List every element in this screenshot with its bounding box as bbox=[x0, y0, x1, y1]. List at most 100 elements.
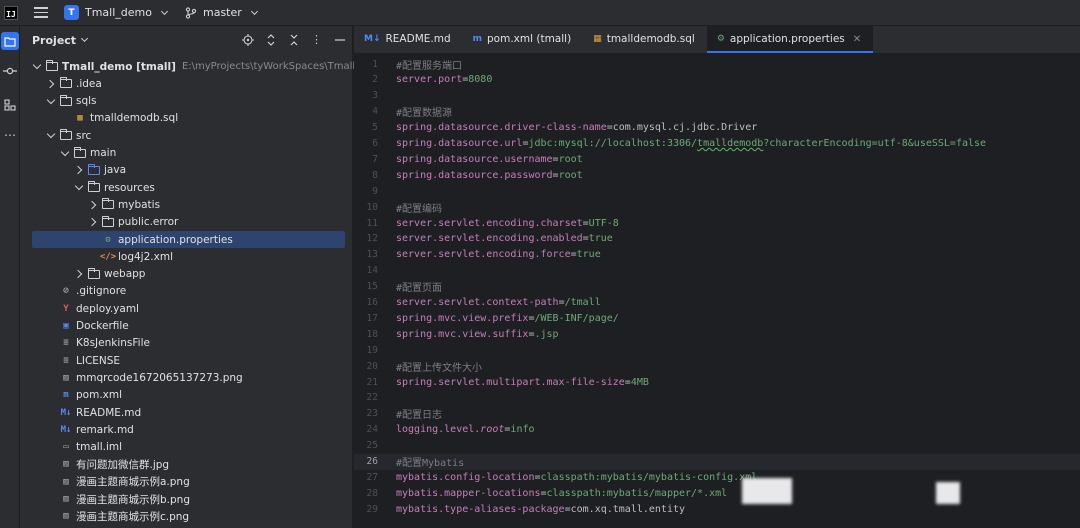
blurred-region bbox=[742, 478, 792, 504]
code-line: 3 bbox=[354, 88, 1080, 104]
line-text: #配置数据源 bbox=[396, 108, 453, 120]
tree-item[interactable]: webapp bbox=[32, 266, 345, 283]
tree-item[interactable]: java bbox=[32, 162, 345, 179]
line-text: #配置编码 bbox=[396, 203, 443, 215]
line-number: 25 bbox=[366, 440, 378, 452]
tree-item[interactable]: ▭ tmall.iml bbox=[32, 439, 345, 456]
code-line: 23 #配置日志 bbox=[354, 406, 1080, 422]
line-number: 9 bbox=[372, 185, 378, 197]
tree-item[interactable]: </> log4j2.xml bbox=[32, 248, 345, 265]
tree-item[interactable]: ▦ tmalldemodb.sql bbox=[32, 110, 345, 127]
line-number: 28 bbox=[366, 487, 378, 499]
editor-tab[interactable]: M↓ README.md bbox=[354, 25, 463, 53]
line-text: #配置日志 bbox=[396, 410, 443, 422]
tree-item-label: 有问题加微信群.jpg bbox=[76, 458, 170, 471]
chevron-right-icon[interactable] bbox=[74, 165, 84, 175]
expand-all-icon[interactable] bbox=[264, 33, 277, 46]
tree-item[interactable]: M↓ README.md bbox=[32, 404, 345, 421]
line-text: spring.mvc.view.suffix=.jsp bbox=[396, 328, 559, 340]
more-tools-icon[interactable]: ⋯ bbox=[1, 126, 19, 144]
editor-tab[interactable]: m pom.xml (tmall) bbox=[463, 25, 584, 53]
tree-item[interactable]: resources bbox=[32, 179, 345, 196]
tree-item-label: tmalldemodb.sql bbox=[90, 112, 179, 125]
code-editor[interactable]: 1 #配置服务端口 2 server.port=8080 3 4 #配置数据源 5 spring… bbox=[354, 56, 1080, 528]
branch-switcher[interactable]: master bbox=[185, 6, 258, 19]
tree-item[interactable]: ⚙ application.properties bbox=[32, 231, 345, 248]
collapse-all-icon[interactable] bbox=[287, 33, 300, 46]
line-text: server.port=8080 bbox=[396, 74, 493, 86]
tree-item[interactable]: main bbox=[32, 145, 345, 162]
tree-item[interactable]: Tmall_demo [tmall] E:\myProjects\tyWorkSp… bbox=[32, 58, 389, 75]
tree-item-label: log4j2.xml bbox=[118, 250, 173, 263]
code-line: 18 spring.mvc.view.suffix=.jsp bbox=[354, 326, 1080, 342]
tree-item[interactable]: m pom.xml bbox=[32, 387, 345, 404]
chevron-down-icon[interactable] bbox=[74, 183, 84, 193]
tree-item[interactable]: sqls bbox=[32, 93, 345, 110]
tree-item-label: tmall.iml bbox=[76, 441, 123, 454]
chevron-down-icon[interactable] bbox=[81, 34, 89, 43]
tree-item[interactable]: ≡ K8sJenkinsFile bbox=[32, 335, 345, 352]
folder-icon bbox=[45, 60, 59, 73]
tree-item[interactable]: ▨ 有问题加微信群.jpg bbox=[32, 456, 345, 473]
image-file-icon: ▨ bbox=[63, 476, 69, 487]
tree-item[interactable]: ▣ Dockerfile bbox=[32, 318, 345, 335]
tree-item[interactable]: public.error bbox=[32, 214, 345, 231]
tree-item[interactable]: Ydeploy.yaml bbox=[32, 300, 345, 317]
tab-label: pom.xml (tmall) bbox=[487, 33, 572, 45]
structure-tool-button[interactable] bbox=[1, 96, 19, 114]
editor-tab-bar: M↓ README.md m pom.xml (tmall) ▦ tmalldemodb.… bbox=[354, 25, 1080, 54]
intellij-logo-icon: IJ bbox=[4, 5, 18, 20]
git-branch-icon bbox=[185, 6, 197, 19]
tree-item[interactable]: ▨ 漫画主题商城示例b.png bbox=[32, 491, 345, 508]
yaml-file-icon: Y bbox=[63, 303, 69, 314]
chevron-right-icon[interactable] bbox=[74, 269, 84, 279]
tool-window-strip: ⋯ bbox=[0, 26, 20, 528]
tree-item[interactable]: mybatis bbox=[32, 196, 345, 213]
options-menu-icon[interactable]: ⋮ bbox=[310, 33, 323, 46]
tree-item[interactable]: src bbox=[32, 127, 345, 144]
close-icon[interactable]: ✕ bbox=[853, 34, 861, 45]
project-tool-button[interactable] bbox=[1, 32, 19, 50]
line-number: 20 bbox=[366, 360, 378, 372]
code-line: 25 bbox=[354, 438, 1080, 454]
tree-item[interactable]: M↓ remark.md bbox=[32, 421, 345, 438]
tree-item-label: src bbox=[76, 129, 92, 142]
tree-item[interactable]: ⊘ .gitignore bbox=[32, 283, 345, 300]
editor-tab[interactable]: ▦ tmalldemodb.sql bbox=[583, 25, 707, 53]
chevron-down-icon[interactable] bbox=[46, 131, 56, 141]
blurred-region bbox=[936, 482, 960, 504]
tree-item[interactable]: ▨ 漫画主题商城示例c.png bbox=[32, 508, 345, 525]
tree-item-label: public.error bbox=[118, 216, 179, 229]
code-line: 16 server.servlet.context-path=/tmall bbox=[354, 295, 1080, 311]
chevron-right-icon[interactable] bbox=[88, 217, 98, 227]
editor-tab[interactable]: ⚙ application.properties ✕ bbox=[706, 25, 874, 53]
maven-file-icon: m bbox=[63, 390, 69, 401]
line-number: 12 bbox=[366, 233, 378, 245]
chevron-right-icon[interactable] bbox=[88, 200, 98, 210]
chevron-down-icon[interactable] bbox=[46, 96, 56, 106]
folder-icon bbox=[87, 181, 101, 194]
line-number: 10 bbox=[366, 201, 378, 213]
code-line: 8 spring.datasource.password=root bbox=[354, 167, 1080, 183]
main-menu-icon[interactable] bbox=[34, 7, 48, 18]
tree-item[interactable]: ▨ 漫画主题商城示例a.png bbox=[32, 473, 345, 490]
chevron-right-icon[interactable] bbox=[46, 79, 56, 89]
hide-panel-icon[interactable] bbox=[333, 33, 346, 46]
tree-item-label: sqls bbox=[76, 95, 97, 108]
tree-item[interactable]: ≡ LICENSE bbox=[32, 352, 345, 369]
line-text: #配置上传文件大小 bbox=[396, 362, 483, 374]
chevron-down-icon bbox=[160, 7, 169, 15]
commit-tool-button[interactable] bbox=[1, 62, 19, 80]
tree-item[interactable]: .idea bbox=[32, 75, 345, 92]
tree-item[interactable]: ▨ mmqrcode1672065137273.png bbox=[32, 369, 345, 386]
chevron-down-icon[interactable] bbox=[60, 148, 70, 158]
chevron-down-icon[interactable] bbox=[32, 62, 42, 72]
tab-label: application.properties bbox=[729, 33, 845, 45]
line-number: 18 bbox=[366, 328, 378, 340]
locate-file-icon[interactable] bbox=[241, 33, 254, 46]
title-bar: IJ T Tmall_demo master bbox=[0, 0, 1080, 26]
tree-item-label: .gitignore bbox=[76, 285, 127, 298]
panel-title[interactable]: Project bbox=[32, 34, 76, 47]
line-text: logging.level.root=info bbox=[396, 424, 535, 436]
project-switcher[interactable]: T Tmall_demo bbox=[60, 3, 171, 22]
